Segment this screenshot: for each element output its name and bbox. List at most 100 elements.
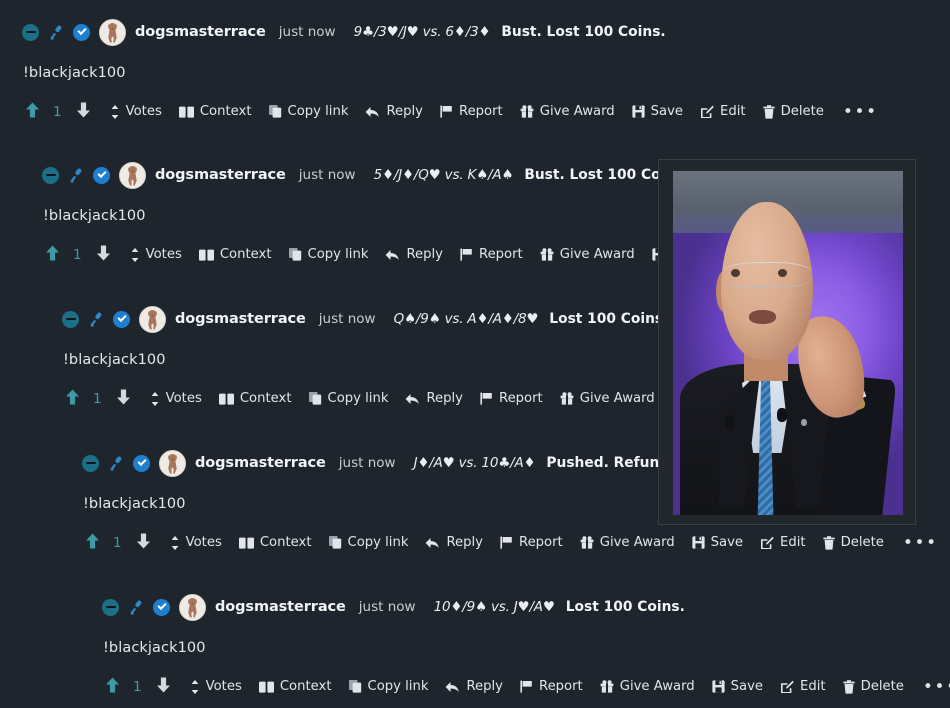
report-button[interactable]: Report [460,248,523,262]
avatar[interactable] [119,161,146,189]
votes-button[interactable]: Votes [150,392,202,406]
votes-button[interactable]: Votes [170,536,222,550]
report-label: Report [459,104,503,120]
book-icon [218,393,234,405]
comment-header: dogsmasterrace just now 9♣/3♥/J♥ vs. 6♦/… [22,16,922,48]
give-award-button[interactable]: Give Award [540,247,635,263]
comment-username[interactable]: dogsmasterrace [155,167,286,183]
context-button[interactable]: Context [218,392,292,406]
reply-button[interactable]: Reply [385,247,443,263]
collapse-icon[interactable] [62,310,79,328]
context-button[interactable]: Context [258,680,332,694]
copy-link-button[interactable]: Copy link [308,392,388,406]
give-award-label: Give Award [579,391,655,407]
blackjack-outcome: Bust. Lost 100 Coins. [501,24,666,40]
report-button[interactable]: Report [500,536,563,550]
blackjack-hand: 5♦/J♦/Q♥ vs. K♠/A♠ [373,167,514,183]
downvote-button[interactable] [75,101,92,123]
reply-button[interactable]: Reply [425,536,483,550]
copy-link-button[interactable]: Copy link [288,248,368,262]
comment-timestamp: just now [338,455,396,471]
votes-icon [150,392,160,406]
microphone-icon[interactable] [68,167,84,184]
context-button[interactable]: Context [198,248,272,262]
microphone-icon[interactable] [108,455,124,472]
reply-button[interactable]: Reply [445,680,503,694]
upvote-button[interactable] [24,101,41,123]
reply-arrow-icon [445,681,460,693]
context-button[interactable]: Context [178,105,252,119]
give-award-button[interactable]: Give Award [520,105,615,119]
upvote-button[interactable] [64,388,81,410]
save-label: Save [710,535,744,551]
comment-thread-page: dogsmasterrace just now 9♣/3♥/J♥ vs. 6♦/… [0,0,950,708]
delete-button[interactable]: Delete [842,680,904,694]
downvote-button[interactable] [115,388,132,410]
pencil-edit-icon [700,105,714,119]
collapse-icon[interactable] [42,166,59,184]
avatar[interactable] [179,593,206,621]
collapse-icon[interactable] [82,454,99,472]
give-award-button[interactable]: Give Award [580,536,675,550]
votes-label: Votes [125,104,162,120]
reply-button[interactable]: Reply [365,105,423,119]
comment-username[interactable]: dogsmasterrace [195,455,326,471]
avatar[interactable] [159,449,186,477]
report-button[interactable]: Report [440,104,503,120]
comment-username[interactable]: dogsmasterrace [215,599,346,615]
give-award-button[interactable]: Give Award [600,680,695,694]
copy-icon [328,536,342,550]
flag-icon [440,105,453,119]
copy-link-button[interactable]: Copy link [348,680,428,694]
save-button[interactable]: Save [712,680,763,694]
verified-badge-icon [153,598,170,616]
collapse-icon[interactable] [102,598,119,616]
microphone-icon[interactable] [128,599,144,616]
reply-arrow-icon [425,537,440,549]
blackjack-hand: Q♠/9♠ vs. A♦/A♦/8♥ [393,311,539,327]
edit-label: Edit [800,679,826,695]
vote-score: 1 [53,104,62,120]
save-button[interactable]: Save [632,105,683,119]
give-award-label: Give Award [559,247,635,263]
votes-button[interactable]: Votes [190,680,242,694]
image-preview-overlay[interactable] [658,159,916,525]
microphone-icon[interactable] [48,24,64,41]
avatar[interactable] [139,305,166,333]
edit-button[interactable]: Edit [780,680,826,694]
flag-icon [500,536,513,550]
comment-username[interactable]: dogsmasterrace [175,311,306,327]
blackjack-hand: 10♦/9♠ vs. J♥/A♥ [433,599,555,615]
context-button[interactable]: Context [238,536,312,550]
delete-button[interactable]: Delete [822,536,884,550]
reply-button[interactable]: Reply [405,392,463,406]
edit-button[interactable]: Edit [760,536,806,550]
reply-label: Reply [406,247,443,263]
upvote-button[interactable] [104,676,121,698]
more-options-button[interactable]: ••• [903,535,938,552]
collapse-icon[interactable] [22,23,39,41]
microphone-icon[interactable] [88,311,104,328]
votes-button[interactable]: Votes [130,248,182,262]
votes-icon [190,680,200,694]
give-award-button[interactable]: Give Award [560,391,655,407]
downvote-button[interactable] [135,532,152,554]
comment-username[interactable]: dogsmasterrace [135,24,266,40]
downvote-button[interactable] [95,244,112,266]
photo-lapel-mic-right [776,408,787,423]
downvote-button[interactable] [155,676,172,698]
report-button[interactable]: Report [520,680,583,694]
report-button[interactable]: Report [480,392,543,406]
photo-lapel-mic-left [724,415,736,429]
upvote-button[interactable] [44,244,61,266]
upvote-button[interactable] [84,532,101,554]
copy-link-button[interactable]: Copy link [268,105,348,119]
save-button[interactable]: Save [692,535,744,551]
avatar[interactable] [99,18,126,46]
more-options-button[interactable]: ••• [923,679,950,696]
votes-button[interactable]: Votes [110,105,162,119]
edit-button[interactable]: Edit [700,105,746,119]
copy-link-button[interactable]: Copy link [328,536,408,550]
delete-button[interactable]: Delete [762,105,824,119]
more-options-button[interactable]: ••• [843,104,878,121]
